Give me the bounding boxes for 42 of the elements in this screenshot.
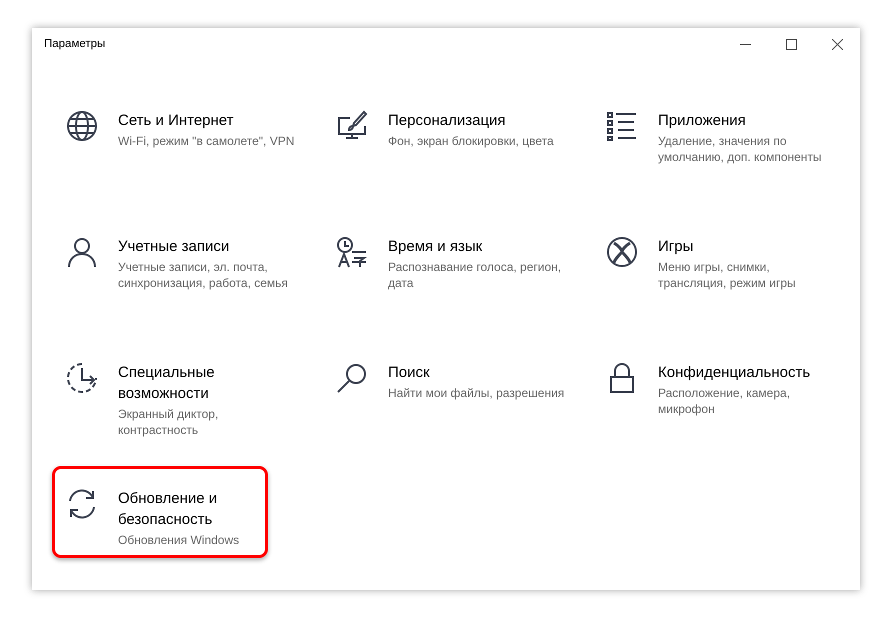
settings-tile[interactable]: Конфиденциальность Расположение, камера, микрофон — [606, 362, 856, 417]
tile-title: Конфиденциальность — [658, 363, 808, 383]
tile-description: Учетные записи, эл. почта, синхронизация, работа, семья — [118, 259, 289, 291]
globe-icon — [66, 110, 98, 142]
settings-tile[interactable]: Время и язык Распознавание голоса, регион, дата — [336, 236, 606, 291]
settings-tile[interactable]: Игры Меню игры, снимки, трансляция, режим игры — [606, 236, 856, 291]
tile-description: Экранный диктор, контрастность — [118, 406, 220, 438]
settings-tile[interactable]: Приложения Удаление, значения по умолчанию, доп. компоненты — [606, 110, 856, 165]
settings-tile[interactable]: Обновление и безопасность Обновления Windows — [66, 488, 336, 548]
tile-title: Специальные возможности — [118, 363, 216, 404]
tile-title: Приложения — [658, 111, 747, 131]
tile-description: Расположение, камера, микрофон — [658, 385, 792, 417]
tile-title: Учетные записи — [118, 237, 230, 257]
sync-icon — [66, 488, 98, 520]
close-icon — [832, 38, 842, 50]
person-icon — [66, 236, 98, 268]
xbox-icon — [606, 236, 638, 268]
tile-description: Удаление, значения по умолчанию, доп. компоненты — [658, 133, 823, 165]
clock-letter-icon — [336, 236, 368, 268]
tile-description: Обновления Windows — [118, 532, 240, 548]
tile-title: Сеть и Интернет — [118, 111, 235, 131]
tile-title: Время и язык — [388, 237, 484, 257]
tile-title: Поиск — [388, 363, 431, 383]
list-icon — [606, 110, 638, 142]
tile-title: Персонализация — [388, 111, 507, 131]
tile-title: Обновление и безопасность — [118, 489, 218, 530]
dashed-circle-arrow-icon — [66, 362, 98, 394]
window-title: Параметры — [44, 38, 106, 50]
settings-tile[interactable]: Сеть и Интернет Wi-Fi, режим "в самолете", VPN — [66, 110, 336, 149]
maximize-icon — [786, 38, 796, 50]
settings-tile[interactable]: Персонализация Фон, экран блокировки, цвета — [336, 110, 606, 149]
tile-title: Игры — [658, 237, 694, 257]
tile-description: Распознавание голоса, регион, дата — [388, 259, 562, 291]
tile-description: Меню игры, снимки, трансляция, режим игры — [658, 259, 797, 291]
tile-description: Найти мои файлы, разрешения — [388, 385, 566, 401]
tile-description: Wi-Fi, режим "в самолете", VPN — [118, 133, 296, 149]
settings-tile[interactable]: Учетные записи Учетные записи, эл. почта, синхронизация, работа, семья — [66, 236, 336, 291]
settings-tile[interactable]: Поиск Найти мои файлы, разрешения — [336, 362, 606, 401]
tile-description: Фон, экран блокировки, цвета — [388, 133, 555, 149]
search-icon — [336, 362, 368, 394]
settings-tile[interactable]: Специальные возможности Экранный диктор, контрастность — [66, 362, 336, 438]
monitor-brush-icon — [336, 110, 368, 142]
